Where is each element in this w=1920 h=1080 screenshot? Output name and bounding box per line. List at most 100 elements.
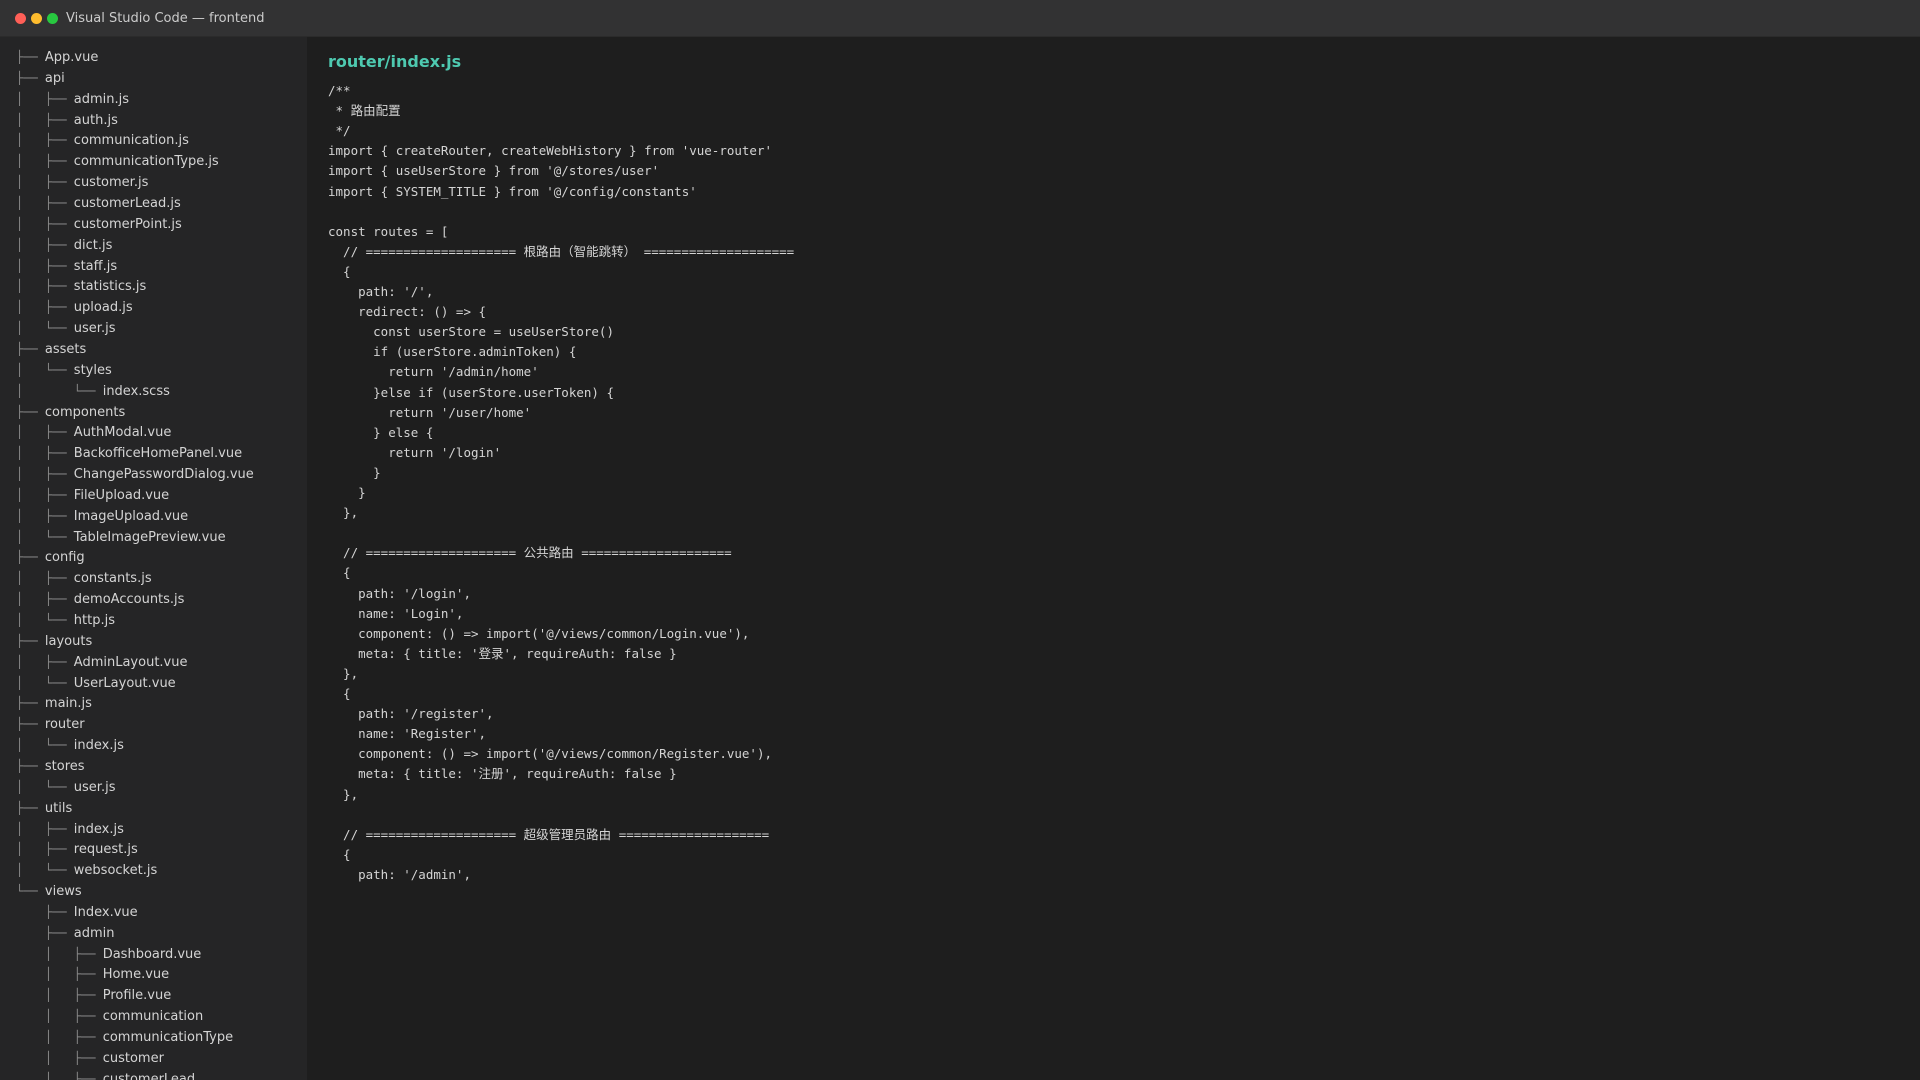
code-line[interactable]: redirect: () => { <box>328 302 486 322</box>
tree-item[interactable]: ├── utils <box>16 798 72 818</box>
tree-item[interactable]: │ └── user.js <box>16 777 115 797</box>
code-line[interactable]: if (userStore.adminToken) { <box>328 342 576 362</box>
tree-guide: │ └── <box>16 863 74 878</box>
tree-item[interactable]: │ ├── statistics.js <box>16 276 146 296</box>
tree-item[interactable]: │ ├── customerLead.js <box>16 193 181 213</box>
code-line[interactable]: { <box>328 684 351 704</box>
tree-item[interactable]: │ ├── Home.vue <box>16 964 169 984</box>
code-line[interactable]: import { SYSTEM_TITLE } from '@/config/c… <box>328 182 697 202</box>
tree-item[interactable]: │ ├── upload.js <box>16 297 133 317</box>
tree-item[interactable]: ├── stores <box>16 756 85 776</box>
code-line[interactable]: { <box>328 845 351 865</box>
tree-item[interactable]: ├── assets <box>16 339 86 359</box>
tree-item[interactable]: │ └── http.js <box>16 610 115 630</box>
code-line[interactable]: /** <box>328 81 351 101</box>
code-line[interactable]: return '/login' <box>328 443 501 463</box>
tree-item[interactable]: │ └── index.js <box>16 735 124 755</box>
tree-item[interactable]: │ ├── Profile.vue <box>16 985 171 1005</box>
tree-item[interactable]: │ └── index.scss <box>16 381 170 401</box>
editor-pane[interactable]: router/index.js /** * 路由配置 */import { cr… <box>307 37 1920 1080</box>
tree-item[interactable]: │ ├── communication.js <box>16 130 189 150</box>
code-line[interactable]: }, <box>328 664 358 684</box>
tree-item[interactable]: │ ├── dict.js <box>16 235 112 255</box>
tree-item-label: communicationType.js <box>73 154 219 170</box>
code-line[interactable]: path: '/login', <box>328 584 471 604</box>
tree-item[interactable]: │ ├── customerLead <box>16 1069 195 1080</box>
code-line[interactable]: const userStore = useUserStore() <box>328 322 614 342</box>
tree-item[interactable]: ├── layouts <box>16 631 92 651</box>
code-line[interactable]: name: 'Login', <box>328 604 463 624</box>
tree-item[interactable]: │ ├── staff.js <box>16 256 117 276</box>
code-line[interactable]: import { createRouter, createWebHistory … <box>328 141 772 161</box>
tree-item[interactable]: │ ├── ChangePasswordDialog.vue <box>16 464 254 484</box>
tree-item[interactable]: │ ├── communication <box>16 1006 203 1026</box>
tree-item[interactable]: ├── Index.vue <box>16 902 138 922</box>
tree-item[interactable]: │ ├── customer <box>16 1048 164 1068</box>
code-line[interactable]: return '/admin/home' <box>328 362 539 382</box>
maximize-window-icon[interactable] <box>47 12 58 24</box>
code-line[interactable]: * 路由配置 <box>328 101 401 121</box>
minimize-window-icon[interactable] <box>31 12 42 24</box>
close-window-icon[interactable] <box>15 12 26 24</box>
tree-item[interactable]: │ └── websocket.js <box>16 860 157 880</box>
tree-item[interactable]: │ ├── ImageUpload.vue <box>16 506 188 526</box>
code-line[interactable]: } else { <box>328 423 433 443</box>
tree-item[interactable]: │ └── UserLayout.vue <box>16 673 176 693</box>
tree-item-label: stores <box>44 758 85 774</box>
tree-item[interactable]: │ ├── Dashboard.vue <box>16 944 201 964</box>
code-line[interactable]: } <box>328 483 366 503</box>
tree-item[interactable]: ├── components <box>16 402 125 422</box>
tree-item[interactable]: ├── router <box>16 714 85 734</box>
tree-item[interactable]: │ ├── admin.js <box>16 89 129 109</box>
code-line[interactable]: path: '/', <box>328 282 433 302</box>
code-line[interactable]: }, <box>328 503 358 523</box>
tree-guide: │ ├── <box>16 946 103 961</box>
code-line[interactable]: }, <box>328 785 358 805</box>
code-line[interactable]: meta: { title: '注册', requireAuth: false … <box>328 764 677 784</box>
code-line[interactable]: component: () => import('@/views/common/… <box>328 744 772 764</box>
tree-item[interactable]: │ ├── BackofficeHomePanel.vue <box>16 443 242 463</box>
code-line[interactable]: { <box>328 262 351 282</box>
tree-item[interactable]: │ ├── request.js <box>16 839 138 859</box>
code-line[interactable]: // ==================== 超级管理员路由 ========… <box>328 825 769 845</box>
tree-item-label: config <box>44 550 85 566</box>
tree-item[interactable]: │ ├── communicationType.js <box>16 151 219 171</box>
tree-item[interactable]: ├── main.js <box>16 693 92 713</box>
tree-item[interactable]: │ ├── customerPoint.js <box>16 214 182 234</box>
code-line[interactable]: meta: { title: '登录', requireAuth: false … <box>328 644 677 664</box>
code-line[interactable]: name: 'Register', <box>328 724 486 744</box>
code-line[interactable]: } <box>328 463 381 483</box>
tree-guide: │ ├── <box>16 1071 103 1080</box>
tree-item[interactable]: └── views <box>16 881 82 901</box>
tree-item[interactable]: │ ├── auth.js <box>16 110 118 130</box>
tree-item[interactable]: │ ├── constants.js <box>16 568 152 588</box>
tree-item[interactable]: ├── api <box>16 68 65 88</box>
tree-item[interactable]: │ ├── customer.js <box>16 172 148 192</box>
code-line[interactable]: const routes = [ <box>328 222 448 242</box>
code-line[interactable]: // ==================== 公共路由 ===========… <box>328 543 732 563</box>
tree-item[interactable]: │ ├── AuthModal.vue <box>16 422 171 442</box>
tree-item[interactable]: │ ├── index.js <box>16 819 124 839</box>
tree-item[interactable]: ├── config <box>16 547 85 567</box>
tree-item[interactable]: │ ├── communicationType <box>16 1027 233 1047</box>
tree-item[interactable]: │ └── user.js <box>16 318 115 338</box>
code-line[interactable]: component: () => import('@/views/common/… <box>328 624 749 644</box>
tree-item[interactable]: │ ├── FileUpload.vue <box>16 485 169 505</box>
code-line[interactable]: import { useUserStore } from '@/stores/u… <box>328 161 659 181</box>
code-line[interactable]: { <box>328 563 351 583</box>
code-line[interactable]: path: '/register', <box>328 704 493 724</box>
code-line[interactable]: */ <box>328 121 351 141</box>
tree-item[interactable]: │ └── TableImagePreview.vue <box>16 527 226 547</box>
code-line[interactable]: return '/user/home' <box>328 403 531 423</box>
code-line[interactable]: // ==================== 根路由（智能跳转） ======… <box>328 242 794 262</box>
tree-guide: ├── <box>16 550 45 565</box>
tree-item[interactable]: ├── admin <box>16 923 115 943</box>
code-line[interactable]: }else if (userStore.userToken) { <box>328 383 614 403</box>
code-line[interactable]: path: '/admin', <box>328 865 471 885</box>
tree-item[interactable]: │ ├── AdminLayout.vue <box>16 652 187 672</box>
tree-item-label: AdminLayout.vue <box>73 654 188 670</box>
tree-item[interactable]: ├── App.vue <box>16 47 98 67</box>
tree-item[interactable]: │ └── styles <box>16 360 112 380</box>
tree-item[interactable]: │ ├── demoAccounts.js <box>16 589 184 609</box>
file-explorer[interactable]: ├── App.vue ├── api │ ├── admin.js │ ├── au… <box>0 37 307 1080</box>
